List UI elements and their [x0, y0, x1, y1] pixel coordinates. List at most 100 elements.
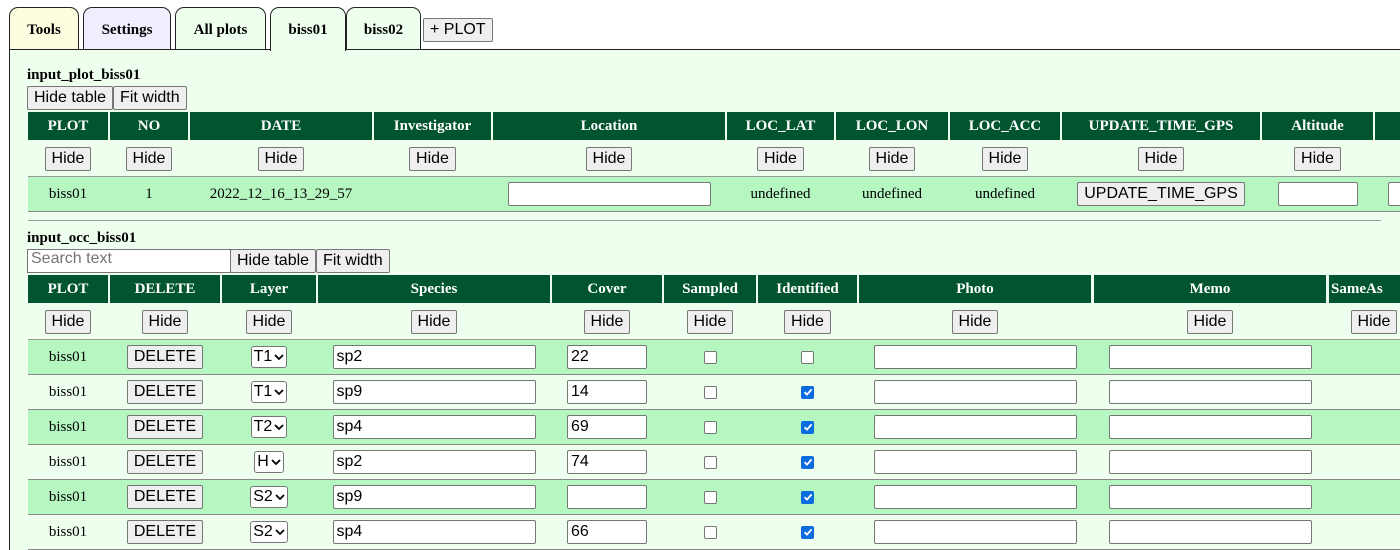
cover-input[interactable]: 74	[567, 450, 647, 474]
occ-hide-identified-button[interactable]: Hide	[784, 310, 831, 334]
delete-button[interactable]: DELETE	[126, 520, 204, 544]
occ-hide-memo-button[interactable]: Hide	[1186, 310, 1234, 334]
occ-hide-sampled-button[interactable]: Hide	[686, 310, 734, 334]
cover-input[interactable]: 22	[567, 345, 647, 369]
plot-header-loc-lat: LOC_LAT	[727, 112, 834, 140]
species-input[interactable]: sp4	[332, 520, 536, 544]
identified-checkbox[interactable]	[801, 420, 814, 434]
tab-tools[interactable]: Tools	[9, 7, 79, 49]
delete-button[interactable]: DELETE	[126, 485, 204, 509]
layer-select-value: H	[257, 453, 269, 470]
occ-hide-cover-button[interactable]: Hide	[583, 310, 631, 334]
tab-all-plots[interactable]: All plots	[175, 7, 266, 49]
plot-hide-loc-lat-button[interactable]: Hide	[757, 147, 804, 171]
occ-hide-table-button[interactable]: Hide table	[230, 249, 317, 273]
occ-fit-width-button[interactable]: Fit width	[316, 249, 390, 273]
sampled-checkbox[interactable]	[703, 385, 717, 399]
table-row: biss01 DELETE T1 sp9 14	[28, 375, 1400, 410]
delete-button[interactable]: DELETE	[126, 345, 204, 369]
table-row: biss01 DELETE T2 sp4 69	[28, 410, 1400, 445]
chevron-down-icon	[274, 424, 284, 431]
identified-checkbox[interactable]	[801, 455, 814, 469]
species-input[interactable]: sp2	[332, 450, 536, 474]
tab-biss02[interactable]: biss02	[346, 7, 421, 49]
identified-checkbox[interactable]	[801, 385, 814, 399]
add-plot-button[interactable]: + PLOT	[423, 18, 493, 42]
layer-select[interactable]: S2	[250, 486, 288, 508]
cover-input[interactable]: 66	[567, 520, 647, 544]
plot-fit-width-button[interactable]: Fit width	[113, 86, 187, 110]
plot-panel: input_plot_biss01 Hide table Fit width P…	[9, 49, 1400, 550]
sampled-checkbox[interactable]	[703, 420, 717, 434]
layer-select[interactable]: T1	[250, 346, 288, 368]
tab-settings[interactable]: Settings	[83, 7, 171, 49]
plot-hide-plot-button[interactable]: Hide	[44, 147, 92, 171]
sampled-checkbox[interactable]	[703, 490, 717, 504]
delete-button[interactable]: DELETE	[126, 415, 204, 439]
plot-header-loc-lon: LOC_LON	[836, 112, 948, 140]
occ-hide-delete-button[interactable]: Hide	[141, 310, 189, 334]
plot-header-date: DATE	[190, 112, 372, 140]
location-input[interactable]	[507, 182, 711, 206]
search-input[interactable]: Search text	[27, 249, 231, 273]
layer-select[interactable]: T1	[250, 381, 288, 403]
plot-hide-location-button[interactable]: Hide	[585, 147, 633, 171]
sampled-checkbox[interactable]	[703, 350, 717, 364]
delete-button[interactable]: DELETE	[126, 380, 204, 404]
plot-hide-loc-lon-button[interactable]: Hide	[868, 147, 916, 171]
memo-input[interactable]	[1108, 520, 1312, 544]
species-input[interactable]: sp4	[332, 415, 536, 439]
update-time-gps-button[interactable]: UPDATE_TIME_GPS	[1077, 182, 1245, 206]
next-column-input[interactable]	[1388, 182, 1400, 206]
occ-header-identified: Identified	[758, 275, 857, 303]
altitude-input[interactable]	[1277, 182, 1358, 206]
identified-checkbox[interactable]	[801, 525, 814, 539]
occ-header-row: PLOT DELETE Layer Species Cover Sampled …	[28, 275, 1400, 305]
memo-input[interactable]	[1108, 345, 1312, 369]
plot-hide-investigator-button[interactable]: Hide	[409, 147, 456, 171]
cover-input[interactable]: 14	[567, 380, 647, 404]
identified-checkbox[interactable]	[801, 490, 814, 504]
plot-hide-altitude-button[interactable]: Hide	[1294, 147, 1341, 171]
tab-biss01[interactable]: biss01	[270, 7, 346, 51]
occ-hide-species-button[interactable]: Hide	[410, 310, 458, 334]
occ-hide-layer-button[interactable]: Hide	[245, 310, 293, 334]
plot-hide-loc-acc-button[interactable]: Hide	[981, 147, 1029, 171]
delete-button[interactable]: DELETE	[126, 450, 204, 474]
sampled-checkbox[interactable]	[703, 525, 717, 539]
photo-input[interactable]	[873, 520, 1077, 544]
plot-hide-update-time-gps-button[interactable]: Hide	[1137, 147, 1185, 171]
species-input[interactable]: sp2	[332, 345, 536, 369]
sampled-checkbox[interactable]	[703, 455, 717, 469]
photo-input[interactable]	[873, 345, 1077, 369]
layer-select[interactable]: S2	[250, 521, 288, 543]
layer-select[interactable]: T2	[250, 416, 288, 438]
layer-select[interactable]: H	[254, 451, 284, 473]
occ-header-layer: Layer	[222, 275, 316, 303]
cover-input[interactable]: 69	[567, 415, 647, 439]
memo-input[interactable]	[1108, 485, 1312, 509]
memo-input[interactable]	[1108, 450, 1312, 474]
check-icon	[803, 458, 812, 466]
memo-input[interactable]	[1108, 415, 1312, 439]
table-row: biss01 DELETE T1 sp2 22	[28, 340, 1400, 375]
occ-hide-photo-button[interactable]: Hide	[951, 310, 999, 334]
photo-input[interactable]	[873, 450, 1077, 474]
plot-cell-plot: biss01	[48, 185, 88, 202]
plot-hide-no-button[interactable]: Hide	[125, 147, 173, 171]
plot-hide-table-button[interactable]: Hide table	[27, 86, 114, 110]
photo-input[interactable]	[873, 380, 1077, 404]
check-icon	[803, 423, 812, 431]
plot-hide-date-button[interactable]: Hide	[257, 147, 305, 171]
occ-cell-plot: biss01	[48, 418, 88, 435]
memo-input[interactable]	[1108, 380, 1312, 404]
identified-checkbox[interactable]	[801, 350, 814, 364]
species-input[interactable]: sp9	[332, 380, 536, 404]
occ-hide-sameas-button[interactable]: Hide	[1350, 310, 1398, 334]
cover-input[interactable]	[567, 485, 647, 509]
species-input[interactable]: sp9	[332, 485, 536, 509]
check-icon	[803, 493, 812, 501]
photo-input[interactable]	[873, 485, 1077, 509]
photo-input[interactable]	[873, 415, 1077, 439]
occ-hide-plot-button[interactable]: Hide	[44, 310, 92, 334]
